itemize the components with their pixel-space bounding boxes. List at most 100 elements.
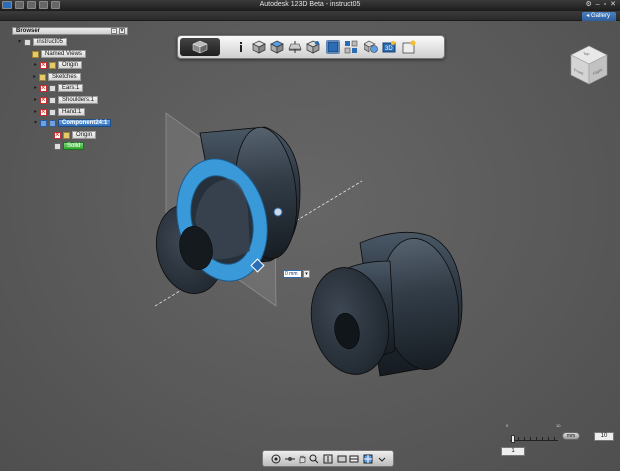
info-icon <box>240 42 242 52</box>
tree-item-ears[interactable]: ▸ Ears:1 <box>33 84 84 92</box>
look-at-icon <box>285 457 295 461</box>
pattern-icon <box>327 41 339 53</box>
visibility-button[interactable] <box>349 454 359 464</box>
slider-tick <box>548 437 549 440</box>
navigation-bar <box>262 450 394 467</box>
tree-item-solid[interactable]: Solid <box>54 142 85 150</box>
grid-snap-icon <box>363 454 373 464</box>
gallery-label: Gallery <box>590 13 610 19</box>
snap-value-field[interactable]: 1 <box>501 447 525 456</box>
visible-eye-icon[interactable] <box>40 119 47 127</box>
scene-canvas[interactable] <box>0 21 620 471</box>
materials-button[interactable] <box>402 40 416 54</box>
look-at-button[interactable] <box>285 454 295 464</box>
measure-icon: 3D <box>382 41 396 53</box>
maximize-button[interactable]: ▫ <box>604 1 606 9</box>
solid-body-icon <box>54 142 61 150</box>
slider-max-label: 10 <box>556 423 561 428</box>
orbit-button[interactable] <box>271 454 281 464</box>
hidden-visibility-icon[interactable] <box>40 61 47 69</box>
tree-item-label: instruct05 <box>33 38 68 46</box>
zoom-button[interactable] <box>309 454 319 464</box>
distance-input[interactable]: 0 mm <box>283 270 302 278</box>
component-icon <box>49 96 56 104</box>
fit-icon <box>323 454 333 464</box>
hidden-visibility-icon[interactable] <box>54 131 61 139</box>
combine-button[interactable] <box>363 40 378 54</box>
expand-icon[interactable]: ▸ <box>33 109 38 116</box>
expand-icon[interactable]: ▸ <box>32 74 37 81</box>
tree-item-sketches[interactable]: ▸ Sketches <box>32 73 81 81</box>
gallery-tab[interactable]: ◂ Gallery <box>582 12 616 21</box>
expand-icon[interactable]: ▸ <box>33 62 38 69</box>
slider-tick <box>554 437 555 440</box>
viewcube[interactable]: Top Front Right <box>569 44 609 86</box>
hidden-visibility-icon[interactable] <box>40 96 47 104</box>
hidden-visibility-icon[interactable] <box>40 84 47 92</box>
3d-viewport[interactable]: Browser - × ▾ instruct05 Named Views ▸ O… <box>0 21 620 471</box>
snap-slider-thumb[interactable] <box>511 435 515 443</box>
units-badge[interactable]: mm <box>562 432 580 440</box>
slider-tick <box>536 437 537 440</box>
home-cube-icon <box>192 40 208 54</box>
document-icon <box>24 38 31 46</box>
tree-item-origin[interactable]: ▸ Origin <box>33 61 83 69</box>
window-controls: ⚙ – ▫ ✕ <box>585 1 616 9</box>
grid-button[interactable] <box>363 454 373 464</box>
measure-button[interactable]: 3D <box>382 40 396 54</box>
home-view-button[interactable] <box>180 38 220 56</box>
display-mode-button[interactable] <box>337 454 347 464</box>
tree-item-root[interactable]: ▾ instruct05 <box>17 38 68 46</box>
orbit-icon <box>271 454 281 464</box>
construct-button[interactable] <box>288 40 302 54</box>
settings-dropdown-button[interactable] <box>377 454 387 464</box>
close-icon[interactable]: × <box>119 28 125 34</box>
browser-header-controls: - × <box>111 28 125 34</box>
modify-button[interactable] <box>306 40 320 54</box>
close-button[interactable]: ✕ <box>610 1 616 9</box>
component-icon <box>49 84 56 92</box>
settings-icon[interactable]: ⚙ <box>585 1 591 9</box>
tree-item-label: Named Views <box>41 50 86 58</box>
collapse-icon[interactable]: ▾ <box>33 120 38 127</box>
folder-icon <box>39 73 46 81</box>
snap-slider-track[interactable] <box>510 440 558 441</box>
tree-item-label: Component24:1 <box>58 119 112 127</box>
tree-item-component24[interactable]: ▾ Component24:1 <box>33 119 112 127</box>
distance-dropdown[interactable]: ▾ <box>303 270 310 278</box>
expand-icon[interactable]: ▸ <box>33 85 38 92</box>
tree-item-label: Hand:1 <box>58 108 86 116</box>
sketch-button[interactable] <box>270 40 284 54</box>
info-button[interactable] <box>234 40 248 54</box>
browser-panel-header[interactable]: Browser - × <box>12 27 128 35</box>
minimize-button[interactable]: – <box>596 1 600 9</box>
visibility-icon <box>349 455 359 463</box>
tree-item-shoulders[interactable]: ▸ Shoulders:1 <box>33 96 99 104</box>
snap-max-field[interactable]: 10 <box>594 432 614 441</box>
pan-button[interactable] <box>297 454 307 464</box>
expand-icon[interactable]: ▸ <box>33 97 38 104</box>
tree-item-label: Origin <box>58 61 83 69</box>
tree-item-named-views[interactable]: Named Views <box>32 50 86 58</box>
slider-tick <box>518 437 519 440</box>
hidden-visibility-icon[interactable] <box>40 108 47 116</box>
hand-icon <box>299 455 306 464</box>
tree-item-hand[interactable]: ▸ Hand:1 <box>33 108 86 116</box>
tree-item-label: Sketches <box>48 73 81 81</box>
gallery-strip: ◂ Gallery <box>0 11 620 21</box>
tree-item-label: Origin <box>72 131 97 139</box>
pattern-button[interactable] <box>326 40 340 54</box>
grouping-button[interactable] <box>344 40 358 54</box>
component-icon <box>49 108 56 116</box>
slider-min-label: 0 <box>506 423 509 428</box>
tree-item-origin-sub[interactable]: Origin <box>54 131 97 139</box>
pin-icon[interactable]: - <box>111 28 117 34</box>
folder-icon <box>49 61 56 69</box>
right-pulley-part <box>310 231 463 377</box>
primitives-button[interactable] <box>252 40 266 54</box>
tree-item-label: Ears:1 <box>58 84 84 92</box>
slider-tick <box>530 437 531 440</box>
collapse-icon[interactable]: ▾ <box>17 39 22 46</box>
fit-button[interactable] <box>323 454 333 464</box>
sketch-icon <box>270 40 284 54</box>
